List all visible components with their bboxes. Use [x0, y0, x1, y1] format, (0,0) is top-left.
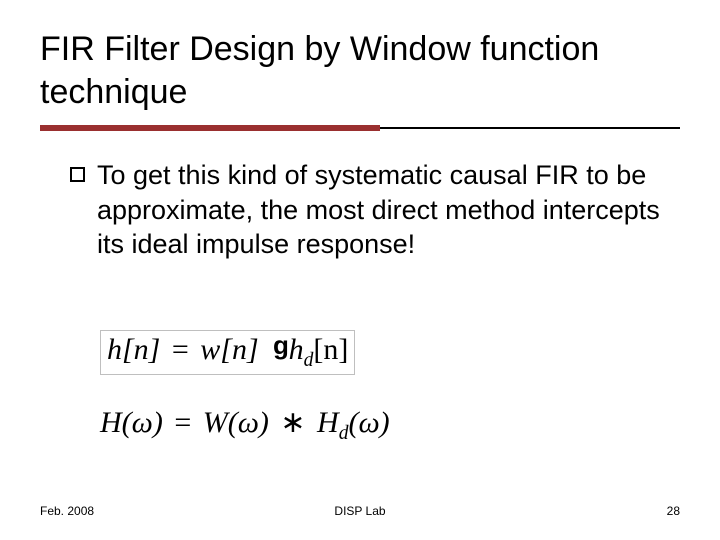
- eq1-lhs: h[n]: [107, 333, 160, 366]
- eq2-lhs: H(ω): [100, 406, 163, 439]
- footer-center: DISP Lab: [334, 504, 385, 518]
- equation-1: h[n] = w[n] hd[n]: [100, 330, 355, 375]
- eq1-rhs2-sub: d: [304, 350, 314, 371]
- footer: Feb. 2008 DISP Lab 28: [40, 498, 680, 518]
- underline-accent: [40, 125, 380, 131]
- eq2-rhs2-arg: (ω): [348, 406, 389, 439]
- page-number: 28: [667, 504, 680, 518]
- bullet-item: To get this kind of systematic causal FI…: [70, 158, 666, 262]
- eq1-rhs2-base: h: [289, 333, 304, 366]
- footer-date: Feb. 2008: [40, 504, 94, 518]
- eq2-equals: =: [170, 406, 195, 439]
- slide-title: FIR Filter Design by Window function tec…: [40, 28, 680, 113]
- eq2-rhs2-sub: d: [339, 423, 349, 444]
- eq2-rhs1: W(ω): [203, 406, 269, 439]
- hollow-square-bullet-icon: [70, 167, 85, 182]
- eq2-convolution: ∗: [276, 406, 309, 439]
- eq1-rhs2-arg: [n]: [313, 333, 348, 366]
- equation-2: H(ω) = W(ω) ∗ Hd(ω): [100, 405, 390, 445]
- eq1-dot-overlay: g: [273, 330, 289, 361]
- eq1-equals: =: [168, 333, 193, 366]
- body-content: To get this kind of systematic causal FI…: [70, 158, 666, 262]
- eq2-rhs2-base: H: [317, 406, 339, 439]
- eq1-rhs1: w[n]: [200, 333, 258, 366]
- slide: FIR Filter Design by Window function tec…: [0, 0, 720, 540]
- bullet-text: To get this kind of systematic causal FI…: [97, 158, 666, 262]
- title-text: FIR Filter Design by Window function tec…: [40, 28, 680, 113]
